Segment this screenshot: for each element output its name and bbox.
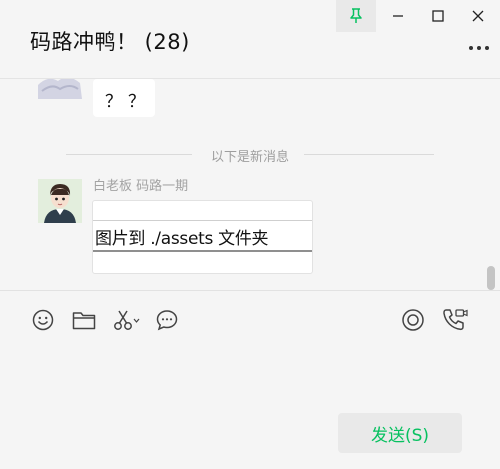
pin-button[interactable] — [336, 0, 376, 32]
title-bar: 码路冲鸭！ (28) — [0, 0, 500, 79]
close-icon — [472, 10, 484, 22]
more-icon — [469, 46, 489, 50]
screenshot-button[interactable] — [112, 307, 142, 333]
avatar-image — [38, 179, 82, 223]
divider-label: 以下是新消息 — [210, 150, 289, 165]
avatar[interactable] — [38, 79, 82, 99]
file-button[interactable] — [71, 307, 97, 333]
message-bubble[interactable]: ？？ — [93, 79, 155, 117]
scrollbar-thumb[interactable] — [487, 266, 495, 290]
message-text: ？？ — [105, 92, 151, 112]
send-button[interactable]: 发送(S) — [338, 413, 462, 453]
live-button[interactable] — [400, 307, 426, 333]
chat-bubble-icon — [156, 310, 178, 331]
image-text: 图片到 ./assets 文件夹 — [95, 229, 269, 249]
avatar[interactable] — [38, 179, 82, 223]
maximize-icon — [432, 10, 444, 22]
emoji-button[interactable] — [30, 307, 56, 333]
new-messages-divider: 以下是新消息 — [66, 145, 434, 165]
pin-icon — [350, 8, 362, 23]
maximize-button[interactable] — [418, 0, 458, 32]
avatar-image — [38, 79, 82, 99]
live-icon — [402, 309, 424, 331]
call-button[interactable] — [442, 307, 468, 333]
message-list[interactable]: ？？ 以下是新消息 白老板 码路一期 图片到 ./assets 文件夹 — [0, 79, 500, 290]
chat-history-button[interactable] — [154, 307, 180, 333]
emoji-icon — [32, 309, 54, 331]
image-message[interactable]: 图片到 ./assets 文件夹 — [92, 200, 313, 274]
folder-icon — [72, 312, 96, 330]
chat-title: 码路冲鸭！ (28) — [30, 30, 190, 54]
minimize-icon — [393, 15, 403, 17]
scissors-icon — [114, 310, 140, 330]
more-button[interactable] — [466, 38, 492, 58]
close-button[interactable] — [458, 0, 498, 32]
minimize-button[interactable] — [378, 0, 418, 32]
call-icon — [443, 309, 468, 331]
sender-name: 白老板 码路一期 — [93, 179, 189, 194]
compose-area[interactable]: 发送(S) — [0, 290, 500, 469]
image-content: 图片到 ./assets 文件夹 — [93, 220, 312, 252]
